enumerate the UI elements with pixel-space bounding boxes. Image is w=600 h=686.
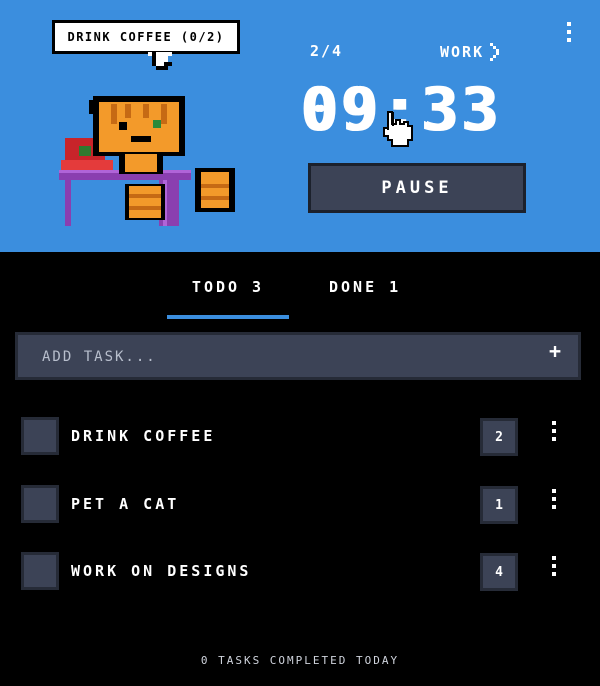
pomodoro-count-badge[interactable]: 1 (480, 486, 518, 524)
header-menu-icon[interactable] (567, 22, 571, 42)
tab-todo[interactable]: TODO 3 (167, 278, 289, 319)
tab-todo-count: 3 (252, 278, 265, 296)
pomodoro-count-badge[interactable]: 4 (480, 553, 518, 591)
add-task-input[interactable] (40, 343, 524, 371)
tab-done-label: DONE (329, 278, 378, 296)
tab-done-count: 1 (389, 278, 402, 296)
pause-button-label: PAUSE (381, 178, 453, 198)
mode-label: WORK (440, 43, 485, 61)
hand-cursor-icon (383, 111, 413, 147)
timer-header: DRINK COFFEE (0/2) 2/4 WORK 09:33 PAUSE (0, 0, 600, 252)
cat-at-desk-illustration (59, 96, 235, 226)
pause-button[interactable]: PAUSE (308, 163, 526, 213)
task-checkbox[interactable] (21, 552, 59, 590)
completed-today-status: 0 TASKS COMPLETED TODAY (200, 654, 400, 667)
task-menu-icon[interactable] (552, 421, 556, 441)
mode-switch-button[interactable]: WORK (440, 38, 502, 66)
task-menu-icon[interactable] (552, 489, 556, 509)
task-row: PET A CAT 1 (21, 485, 581, 525)
pomodoro-count-badge[interactable]: 2 (480, 418, 518, 456)
task-row: WORK ON DESIGNS 4 (21, 552, 581, 592)
add-task-bar: + (15, 332, 581, 380)
task-checkbox[interactable] (21, 417, 59, 455)
current-task-bubble: DRINK COFFEE (0/2) (52, 20, 240, 54)
current-task-bubble-text: DRINK COFFEE (0/2) (67, 30, 225, 44)
tab-done[interactable]: DONE 1 (329, 278, 401, 315)
task-label: PET A CAT (71, 495, 180, 513)
task-menu-icon[interactable] (552, 556, 556, 576)
task-checkbox[interactable] (21, 485, 59, 523)
task-row: DRINK COFFEE 2 (21, 417, 581, 457)
speech-bubble-tail (148, 52, 172, 70)
task-label: WORK ON DESIGNS (71, 562, 252, 580)
task-tabs: TODO 3 DONE 1 (167, 278, 427, 319)
chevron-right-icon (490, 43, 500, 61)
task-label: DRINK COFFEE (71, 427, 216, 445)
tab-todo-label: TODO (191, 278, 241, 296)
plus-icon[interactable]: + (549, 339, 561, 363)
session-count: 2/4 (310, 42, 344, 60)
